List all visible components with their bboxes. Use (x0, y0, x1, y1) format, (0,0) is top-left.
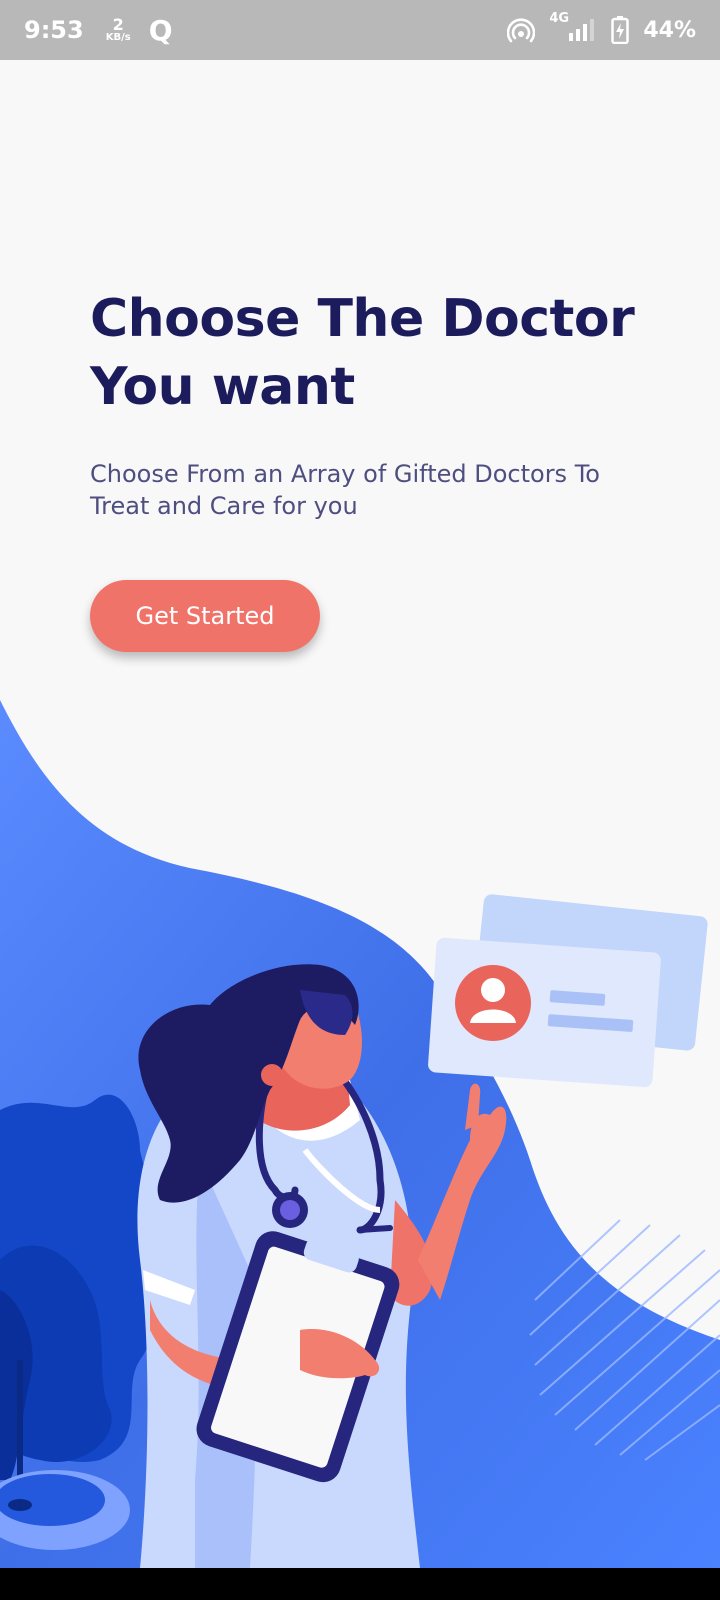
onboarding-subtitle-line1: Choose From an Array of Gifted Doctors T… (90, 460, 600, 488)
battery-charging-icon (611, 16, 630, 44)
hotspot-icon (507, 17, 536, 43)
status-bar: 9:53 2 KB/s Q 4G 44% (0, 0, 720, 60)
network-speed: 2 KB/s (106, 17, 131, 43)
network-speed-unit: KB/s (105, 32, 131, 43)
app-notification-icon: Q (148, 13, 173, 47)
onboarding-title-line1: Choose The Doctor (90, 289, 635, 349)
system-navigation-bar (0, 1568, 720, 1600)
onboarding-title: Choose The Doctor You want (90, 285, 690, 421)
get-started-button[interactable]: Get Started (90, 580, 320, 652)
onboarding-subtitle-line2: Treat and Care for you (90, 492, 358, 520)
network-type-label: 4G (549, 11, 570, 26)
onboarding-screen: Choose The Doctor You want Choose From a… (0, 60, 720, 1568)
status-indicators: 4G 44% (507, 11, 696, 44)
battery-percentage: 44% (643, 17, 696, 43)
status-time: 9:53 (24, 16, 84, 44)
onboarding-subtitle: Choose From an Array of Gifted Doctors T… (90, 458, 680, 522)
network-speed-value: 2 (112, 15, 124, 34)
signal-icon: 4G (549, 11, 597, 43)
onboarding-title-line2: You want (90, 357, 355, 417)
profile-card-icon (428, 894, 708, 1088)
